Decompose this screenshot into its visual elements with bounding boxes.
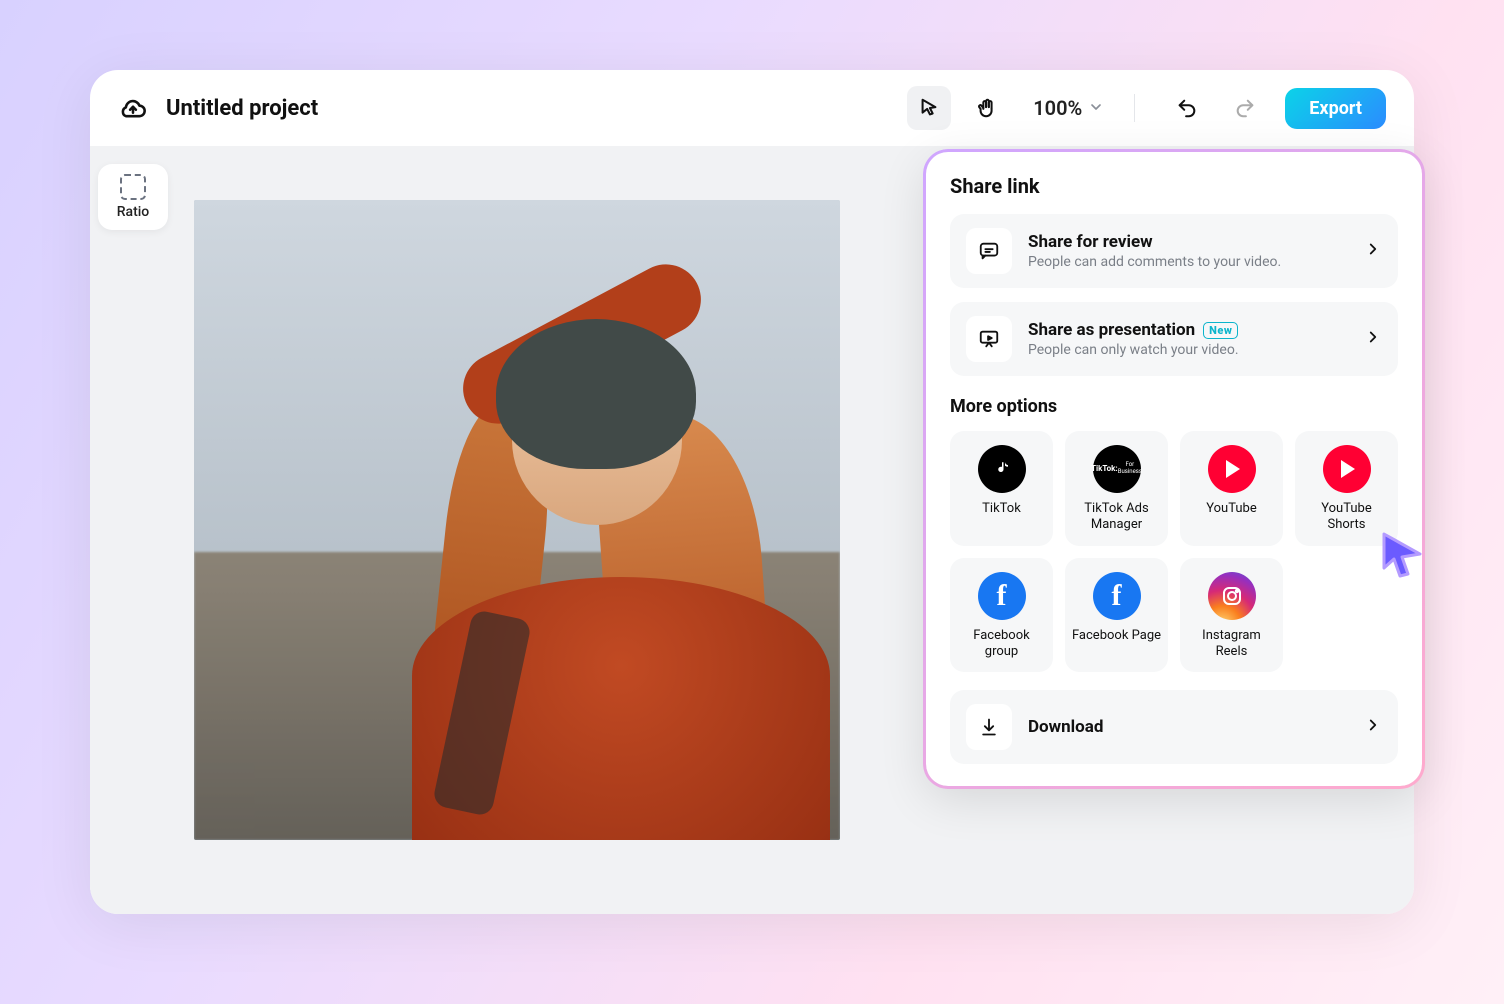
comment-icon xyxy=(966,228,1012,274)
canvas-tools: 100% xyxy=(907,86,1267,130)
chevron-right-icon xyxy=(1364,240,1382,262)
chevron-right-icon xyxy=(1364,716,1382,738)
share-presentation-subtitle: People can only watch your video. xyxy=(1028,342,1348,358)
share-option-label: TikTok Ads Manager xyxy=(1071,501,1162,534)
share-options-grid: TikTok TikTok:For Business TikTok Ads Ma… xyxy=(950,431,1398,672)
new-badge: New xyxy=(1203,322,1238,339)
project-title[interactable]: Untitled project xyxy=(166,96,318,121)
chevron-right-icon xyxy=(1364,328,1382,350)
pan-tool-button[interactable] xyxy=(965,86,1009,130)
share-option-label: Facebook Page xyxy=(1072,628,1161,644)
more-options-heading: More options xyxy=(950,396,1398,417)
share-for-review-card[interactable]: Share for review People can add comments… xyxy=(950,214,1398,288)
ratio-tool[interactable]: Ratio xyxy=(98,164,168,230)
download-button[interactable]: Download xyxy=(950,690,1398,764)
export-button[interactable]: Export xyxy=(1285,88,1386,129)
facebook-icon: f xyxy=(978,572,1026,620)
redo-icon xyxy=(1234,97,1256,119)
select-tool-button[interactable] xyxy=(907,86,951,130)
zoom-level[interactable]: 100% xyxy=(1033,96,1104,120)
share-option-youtube[interactable]: YouTube xyxy=(1180,431,1283,546)
share-option-tiktok[interactable]: TikTok xyxy=(950,431,1053,546)
share-presentation-title: Share as presentation xyxy=(1028,320,1195,340)
share-option-label: YouTube xyxy=(1206,501,1257,517)
share-option-label: TikTok xyxy=(982,501,1021,517)
share-review-title: Share for review xyxy=(1028,232,1348,252)
facebook-icon: f xyxy=(1093,572,1141,620)
share-option-instagram-reels[interactable]: Instagram Reels xyxy=(1180,558,1283,673)
share-link-heading: Share link xyxy=(950,174,1398,198)
share-option-youtube-shorts[interactable]: YouTube Shorts xyxy=(1295,431,1398,546)
tiktok-business-icon: TikTok:For Business xyxy=(1093,445,1141,493)
zoom-value: 100% xyxy=(1033,96,1082,120)
cursor-icon xyxy=(918,97,940,119)
share-option-tiktok-ads[interactable]: TikTok:For Business TikTok Ads Manager xyxy=(1065,431,1168,546)
chevron-down-icon xyxy=(1088,96,1104,120)
canvas-image[interactable] xyxy=(194,200,840,840)
toolbar-divider xyxy=(1134,94,1135,122)
share-option-label: Facebook group xyxy=(956,628,1047,661)
undo-button[interactable] xyxy=(1165,86,1209,130)
undo-icon xyxy=(1176,97,1198,119)
share-option-label: YouTube Shorts xyxy=(1301,501,1392,534)
ratio-icon xyxy=(120,174,146,200)
share-panel: Share link Share for review People can a… xyxy=(926,152,1422,786)
share-review-subtitle: People can add comments to your video. xyxy=(1028,254,1348,270)
youtube-icon xyxy=(1208,445,1256,493)
redo-button[interactable] xyxy=(1223,86,1267,130)
download-icon xyxy=(966,704,1012,750)
ratio-label: Ratio xyxy=(117,204,150,220)
presentation-icon xyxy=(966,316,1012,362)
share-option-label: Instagram Reels xyxy=(1186,628,1277,661)
download-label: Download xyxy=(1028,717,1348,737)
share-option-facebook-group[interactable]: f Facebook group xyxy=(950,558,1053,673)
tiktok-icon xyxy=(978,445,1026,493)
instagram-icon xyxy=(1208,572,1256,620)
share-as-presentation-card[interactable]: Share as presentation New People can onl… xyxy=(950,302,1398,376)
share-option-facebook-page[interactable]: f Facebook Page xyxy=(1065,558,1168,673)
cloud-sync-icon[interactable] xyxy=(118,93,148,123)
youtube-shorts-icon xyxy=(1323,445,1371,493)
topbar: Untitled project 100% xyxy=(90,70,1414,146)
hand-icon xyxy=(976,97,998,119)
